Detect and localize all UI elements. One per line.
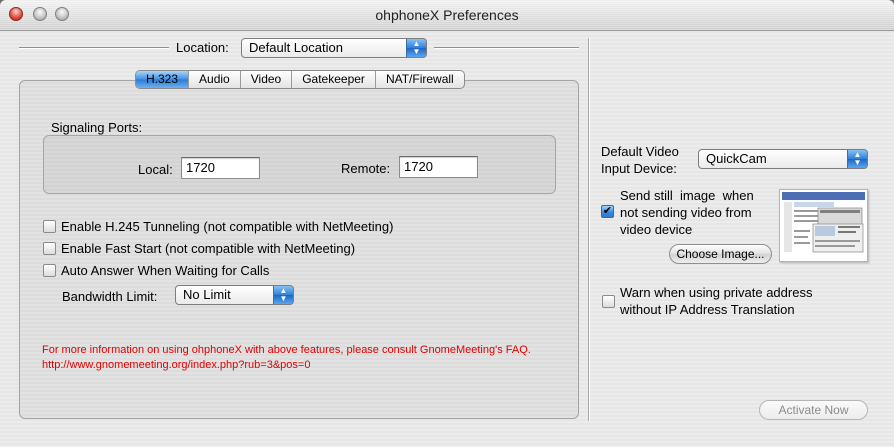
popup-arrows-icon: ▲ ▼	[406, 39, 426, 57]
popup-arrows-icon: ▲ ▼	[847, 150, 867, 168]
location-value: Default Location	[249, 40, 343, 55]
tab-h323[interactable]: H.323	[136, 71, 190, 88]
bandwidth-limit-label: Bandwidth Limit:	[62, 289, 158, 304]
local-port-field[interactable]: 1720	[181, 157, 260, 179]
signaling-ports-title: Signaling Ports:	[51, 120, 143, 135]
activate-now-button[interactable]: Activate Now	[759, 400, 868, 420]
location-divider-right	[434, 47, 579, 49]
still-image-screenshot-icon	[780, 190, 867, 261]
still-image-preview	[779, 189, 868, 262]
location-popup[interactable]: Default Location ▲ ▼	[241, 38, 427, 58]
title-bar[interactable]: ohphoneX Preferences	[0, 0, 894, 31]
auto-answer-label: Auto Answer When Waiting for Calls	[61, 263, 270, 278]
video-device-popup[interactable]: QuickCam ▲ ▼	[698, 149, 868, 169]
fast-start-checkbox[interactable]	[43, 242, 56, 255]
window-title: ohphoneX Preferences	[375, 7, 519, 23]
bandwidth-limit-value: No Limit	[183, 287, 231, 302]
choose-image-button[interactable]: Choose Image...	[669, 244, 772, 264]
signaling-ports-group	[43, 135, 556, 194]
warn-private-address-label-line2: without IP Address Translation	[620, 302, 795, 317]
faq-info-text: For more information on using ohphoneX w…	[42, 344, 531, 371]
location-label: Location:	[176, 40, 229, 55]
video-device-value: QuickCam	[706, 151, 767, 166]
send-still-image-label-line2: not sending video from	[620, 205, 752, 220]
local-port-label: Local:	[138, 162, 173, 177]
location-divider-left	[19, 47, 169, 49]
video-device-label-line2: Input Device:	[601, 161, 677, 176]
preferences-window: ohphoneX Preferences Location: Default L…	[0, 0, 894, 447]
h245-tunneling-checkbox[interactable]	[43, 220, 56, 233]
tab-gatekeeper[interactable]: Gatekeeper	[292, 71, 376, 88]
send-still-image-label-line1: Send still image when	[620, 188, 754, 203]
send-still-image-checkbox[interactable]: ✔	[601, 205, 614, 218]
h245-tunneling-label: Enable H.245 Tunneling (not compatible w…	[61, 219, 394, 234]
video-device-label-line1: Default Video	[601, 144, 679, 159]
vertical-divider	[588, 38, 590, 421]
auto-answer-checkbox[interactable]	[43, 264, 56, 277]
tab-bar: H.323 Audio Video Gatekeeper NAT/Firewal…	[135, 70, 465, 89]
popup-arrows-icon: ▲ ▼	[273, 286, 293, 304]
remote-port-label: Remote:	[341, 161, 391, 176]
remote-port-field[interactable]: 1720	[399, 156, 478, 178]
tab-nat-firewall[interactable]: NAT/Firewall	[376, 71, 464, 88]
tab-video[interactable]: Video	[241, 71, 293, 88]
fast-start-label: Enable Fast Start (not compatible with N…	[61, 241, 356, 256]
tab-audio[interactable]: Audio	[189, 71, 241, 88]
warn-private-address-checkbox[interactable]	[602, 295, 615, 308]
send-still-image-label-line3: video device	[620, 222, 693, 237]
bandwidth-limit-popup[interactable]: No Limit ▲ ▼	[175, 285, 294, 305]
warn-private-address-label-line1: Warn when using private address	[620, 285, 813, 300]
